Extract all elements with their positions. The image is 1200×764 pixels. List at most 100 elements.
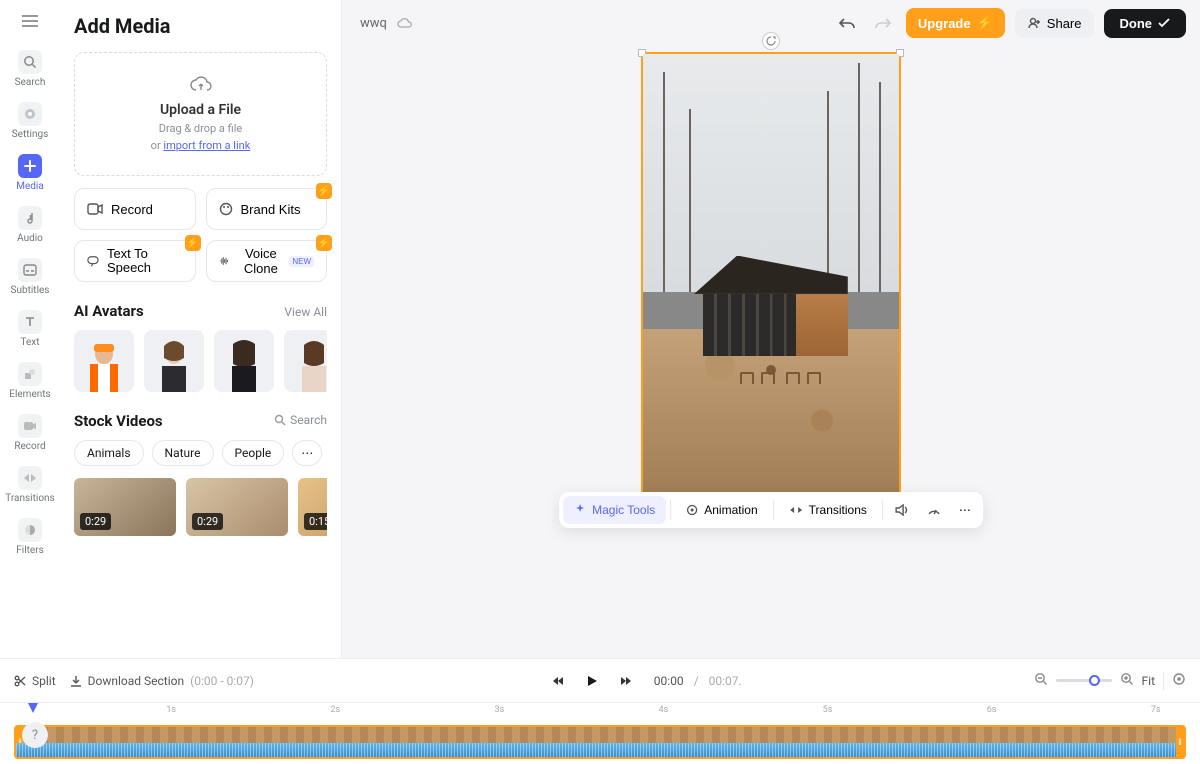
undo-button[interactable]	[834, 10, 860, 36]
magic-tools-button[interactable]: Magic Tools	[563, 496, 666, 524]
clip-trim-right[interactable]: ‖	[1176, 727, 1184, 757]
stock-video-item[interactable]: 0:29	[186, 478, 288, 536]
transitions-button[interactable]: Transitions	[778, 496, 878, 524]
chip-more[interactable]: ⋯	[292, 440, 322, 466]
palette-icon	[219, 202, 233, 216]
sidebar-item-text[interactable]: Text	[2, 306, 58, 352]
brandkits-button[interactable]: Brand Kits⚡	[206, 188, 328, 230]
sidebar-item-label: Audio	[17, 233, 43, 244]
hamburger-icon[interactable]	[17, 8, 43, 34]
shapes-icon	[18, 362, 42, 386]
speed-button[interactable]	[919, 497, 949, 523]
sidebar-item-label: Subtitles	[11, 285, 50, 296]
timeline-settings-button[interactable]	[1172, 672, 1186, 689]
bolt-icon: ⚡	[316, 235, 332, 251]
sidebar-item-audio[interactable]: Audio	[2, 202, 58, 248]
sidebar-item-search[interactable]: Search	[2, 46, 58, 92]
canvas-stage[interactable]	[342, 46, 1200, 658]
stock-heading: Stock Videos	[74, 412, 163, 430]
download-section-button[interactable]: Download Section (0:00 - 0:07)	[70, 674, 254, 688]
stock-video-item[interactable]: 0:29	[74, 478, 176, 536]
sidebar-item-label: Media	[16, 181, 44, 192]
playhead[interactable]	[28, 703, 38, 713]
sidebar-item-record[interactable]: Record	[2, 410, 58, 456]
subtitles-icon	[18, 258, 42, 282]
duration-badge: 0:29	[80, 513, 111, 530]
share-button[interactable]: Share	[1015, 9, 1094, 38]
help-button[interactable]: ?	[22, 722, 48, 748]
tts-button[interactable]: Text To Speech⚡	[74, 240, 196, 282]
skip-forward-button[interactable]	[614, 669, 638, 693]
upload-subtitle: Drag & drop a file	[159, 122, 243, 135]
more-button[interactable]: ⋯	[951, 496, 979, 524]
voiceclone-button[interactable]: Voice CloneNEW⚡	[206, 240, 328, 282]
clip-track[interactable]: ‖ ‖	[14, 725, 1186, 759]
split-button[interactable]: Split	[14, 674, 56, 688]
camera-icon	[87, 203, 103, 215]
fit-button[interactable]: Fit	[1142, 674, 1155, 688]
sidebar-item-transitions[interactable]: Transitions	[2, 462, 58, 508]
new-badge: NEW	[289, 256, 314, 267]
sparkle-icon	[574, 504, 586, 516]
chip-people[interactable]: People	[222, 440, 285, 466]
clip-audio-waveform	[16, 743, 1184, 757]
duration-badge: 0:29	[192, 513, 223, 530]
sidebar-item-label: Settings	[12, 129, 49, 140]
sidebar-item-label: Record	[14, 441, 45, 452]
zoom-in-button[interactable]	[1120, 672, 1134, 689]
music-icon	[18, 206, 42, 230]
done-button[interactable]: Done	[1104, 9, 1187, 38]
zoom-slider[interactable]	[1056, 679, 1112, 682]
zoom-out-icon	[1034, 672, 1048, 686]
context-toolbar: Magic Tools Animation Transitions ⋯	[559, 492, 983, 528]
upload-dropzone[interactable]: Upload a File Drag & drop a file or impo…	[74, 52, 327, 176]
sidebar-item-elements[interactable]: Elements	[2, 358, 58, 404]
filters-icon	[18, 518, 42, 542]
sidebar-item-label: Filters	[16, 545, 44, 556]
avatar-item[interactable]	[74, 330, 134, 392]
timeline-ruler[interactable]: 1s 2s 3s 4s 5s 6s 7s	[14, 703, 1186, 721]
stock-video-item[interactable]: 0:15	[298, 478, 327, 536]
zoom-thumb[interactable]	[1089, 675, 1100, 686]
avatar-item[interactable]	[284, 330, 327, 392]
cloud-sync-icon[interactable]	[397, 14, 413, 33]
selected-clip-frame[interactable]	[641, 52, 901, 514]
plus-icon	[18, 154, 42, 178]
sidebar-item-label: Transitions	[5, 493, 54, 504]
play-button[interactable]	[580, 669, 604, 693]
redo-button[interactable]	[870, 10, 896, 36]
animation-button[interactable]: Animation	[675, 496, 768, 524]
search-icon	[274, 414, 286, 426]
timeline[interactable]: 1s 2s 3s 4s 5s 6s 7s ‖ ‖	[0, 702, 1200, 764]
panel-title: Add Media	[74, 14, 327, 38]
record-button[interactable]: Record	[74, 188, 196, 230]
avatar-item[interactable]	[144, 330, 204, 392]
zoom-out-button[interactable]	[1034, 672, 1048, 689]
skip-back-button[interactable]	[546, 669, 570, 693]
user-plus-icon	[1027, 16, 1041, 30]
chip-animals[interactable]: Animals	[74, 440, 144, 466]
bolt-icon: ⚡	[185, 235, 201, 251]
stock-search[interactable]: Search	[274, 413, 327, 427]
dots-icon: ⋯	[959, 503, 971, 517]
transitions-icon	[18, 466, 42, 490]
sidebar-item-subtitles[interactable]: Subtitles	[2, 254, 58, 300]
duration-badge: 0:15	[304, 513, 327, 530]
sidebar-item-media[interactable]: Media	[2, 150, 58, 196]
search-icon	[18, 50, 42, 74]
chip-nature[interactable]: Nature	[152, 440, 214, 466]
sidebar-item-filters[interactable]: Filters	[2, 514, 58, 560]
audio-button[interactable]	[887, 497, 917, 523]
zoom-in-icon	[1120, 672, 1134, 686]
avatar-item[interactable]	[214, 330, 274, 392]
time-current: 00:00	[654, 674, 684, 688]
video-clip[interactable]: ‖ ‖	[14, 725, 1186, 759]
rotate-handle[interactable]	[762, 32, 780, 50]
view-all-link[interactable]: View All	[284, 305, 327, 319]
project-name[interactable]: wwq	[360, 16, 387, 31]
sidebar-item-settings[interactable]: Settings	[2, 98, 58, 144]
import-link[interactable]: import from a link	[163, 139, 250, 152]
upgrade-button[interactable]: Upgrade⚡	[906, 8, 1005, 38]
speech-icon	[87, 254, 99, 268]
avatar-row	[74, 330, 327, 392]
